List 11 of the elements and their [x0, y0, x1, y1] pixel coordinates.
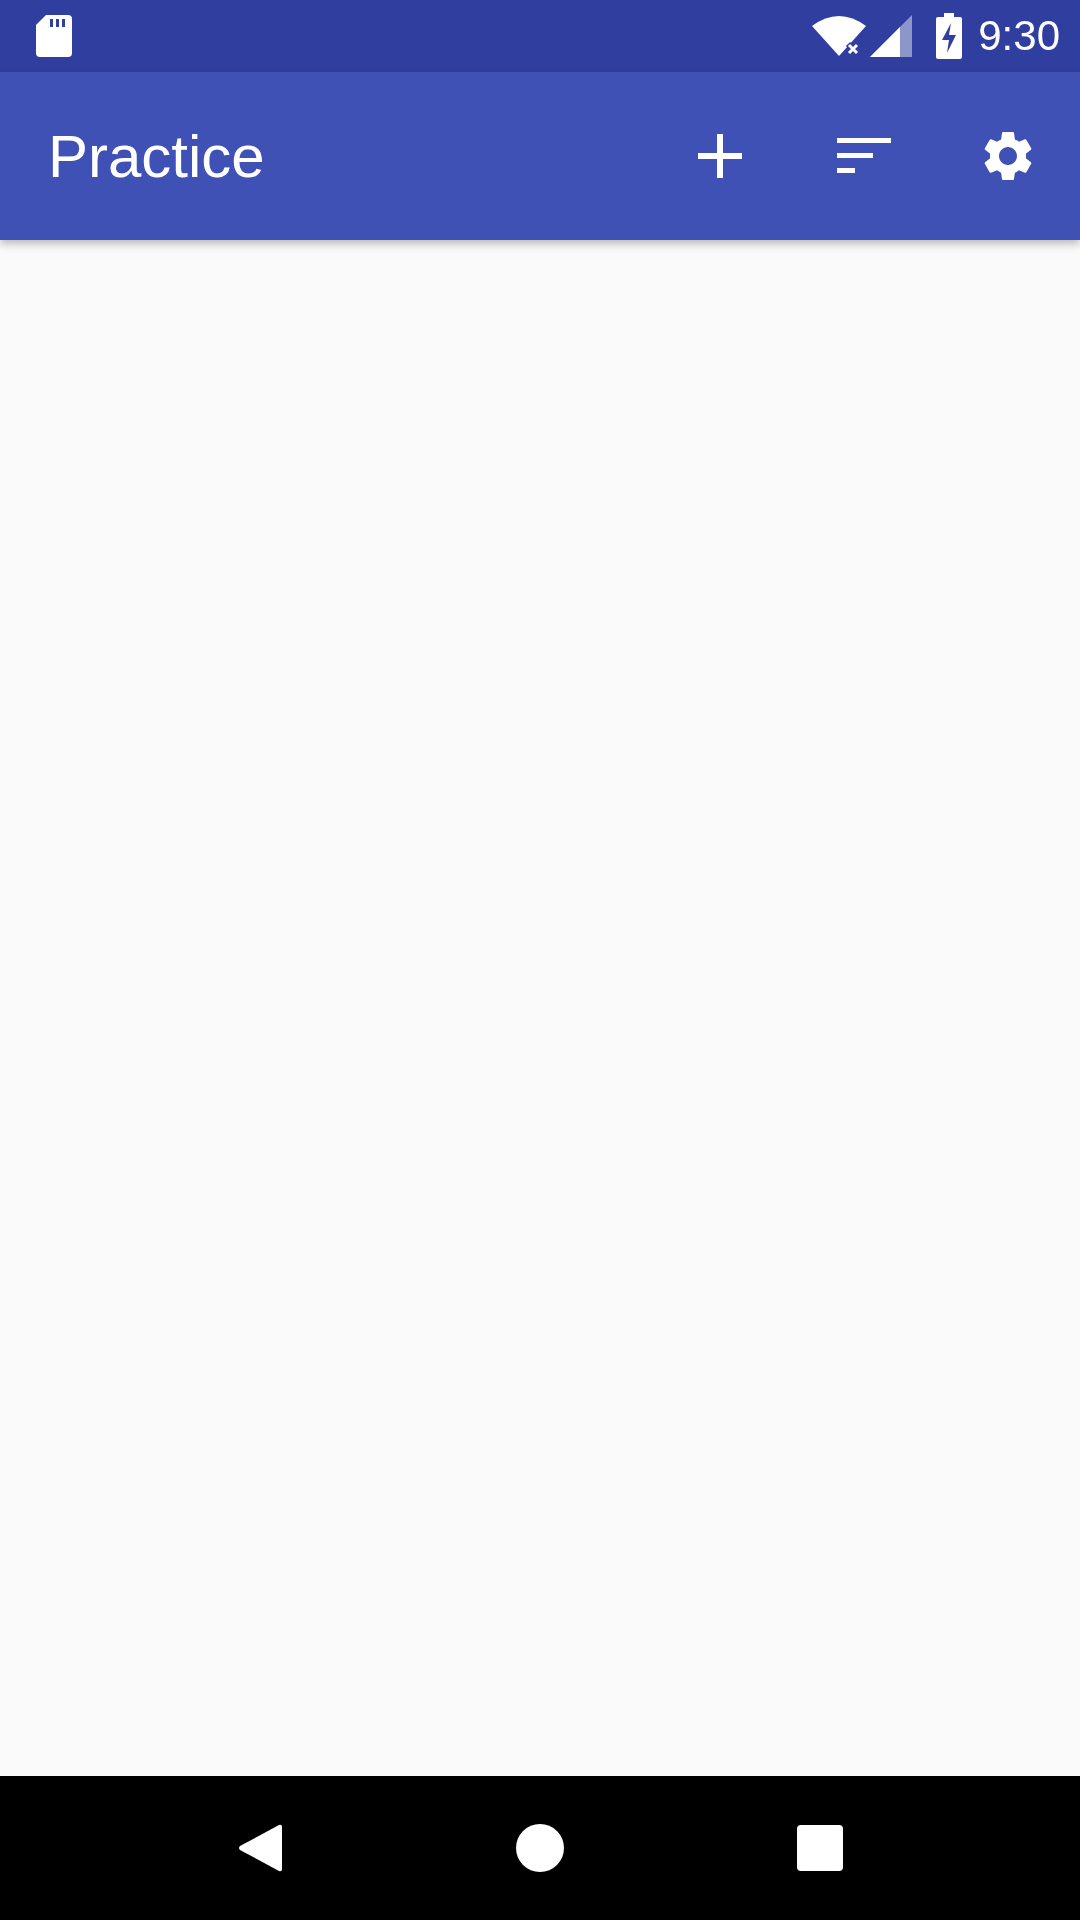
sort-icon	[837, 138, 891, 174]
back-triangle-icon	[238, 1824, 282, 1872]
battery-charging-icon	[936, 13, 963, 59]
recents-square-icon	[797, 1825, 843, 1871]
home-circle-icon	[516, 1824, 564, 1872]
signal-icon	[870, 15, 913, 57]
plus-icon	[698, 134, 742, 178]
status-time: 9:30	[978, 12, 1060, 60]
wifi-off-icon	[812, 16, 867, 56]
app-title: Practice	[48, 121, 266, 191]
sd-card-icon	[36, 15, 72, 57]
